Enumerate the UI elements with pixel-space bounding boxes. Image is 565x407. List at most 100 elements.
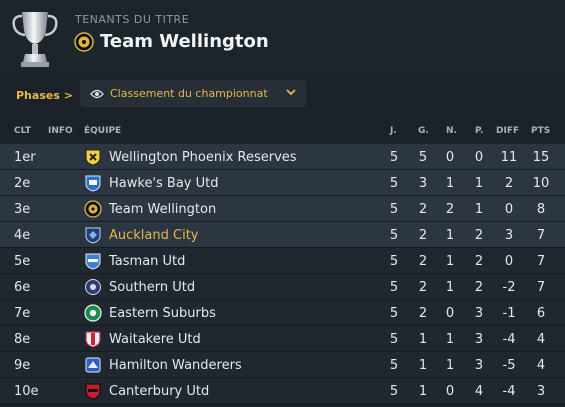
col-p[interactable]: P.	[475, 126, 483, 136]
row-won: 2	[418, 228, 428, 243]
view-dropdown-label: Classement du championnat	[110, 87, 268, 100]
row-drawn: 2	[445, 202, 455, 217]
row-drawn: 0	[445, 384, 455, 399]
title-holder-label: TENANTS DU TITRE	[75, 13, 190, 26]
row-diff: -5	[502, 358, 516, 373]
row-position: 1er	[14, 150, 36, 165]
row-points: 7	[536, 254, 546, 269]
table-row[interactable]: 1er Wellington Phoenix Reserves 5 5 0 0 …	[0, 144, 565, 170]
standings-table: 1er Wellington Phoenix Reserves 5 5 0 0 …	[0, 144, 565, 404]
eye-icon	[90, 89, 104, 98]
row-played: 5	[389, 280, 399, 295]
row-lost: 2	[474, 254, 484, 269]
row-played: 5	[389, 384, 399, 399]
row-won: 1	[418, 384, 428, 399]
row-position: 10e	[14, 384, 39, 399]
row-team[interactable]: Hawke's Bay Utd	[109, 176, 219, 191]
col-g[interactable]: G.	[418, 126, 429, 136]
col-n[interactable]: N.	[446, 126, 457, 136]
table-row[interactable]: 6e Southern Utd 5 2 1 2 -2 7	[0, 274, 565, 300]
row-points: 6	[536, 306, 546, 321]
row-position: 3e	[14, 202, 31, 217]
row-lost: 3	[474, 306, 484, 321]
row-played: 5	[389, 150, 399, 165]
chevron-down-icon	[286, 89, 296, 96]
col-j[interactable]: J.	[390, 126, 397, 136]
row-position: 5e	[14, 254, 31, 269]
table-row[interactable]: 10e Canterbury Utd 5 1 0 4 -4 3	[0, 378, 565, 404]
row-points: 7	[536, 228, 546, 243]
col-team[interactable]: ÉQUIPE	[84, 126, 121, 136]
table-row[interactable]: 5e Tasman Utd 5 2 1 2 0 7	[0, 248, 565, 274]
title-holder[interactable]: Team Wellington	[74, 31, 269, 52]
row-team[interactable]: Wellington Phoenix Reserves	[109, 150, 297, 165]
row-points: 8	[536, 202, 546, 217]
team-crest-icon	[84, 304, 102, 322]
row-points: 15	[532, 150, 550, 165]
table-row[interactable]: 8e Waitakere Utd 5 1 1 3 -4 4	[0, 326, 565, 352]
col-info[interactable]: INFO	[48, 126, 73, 136]
row-lost: 0	[474, 150, 484, 165]
row-diff: -4	[502, 384, 516, 399]
row-team[interactable]: Tasman Utd	[109, 254, 185, 269]
row-drawn: 1	[445, 228, 455, 243]
phases-button[interactable]: Phases >	[16, 89, 73, 102]
row-diff: -1	[502, 306, 516, 321]
row-lost: 2	[474, 228, 484, 243]
header-panel: TENANTS DU TITRE Team Wellington	[0, 0, 565, 76]
trophy-icon	[12, 12, 58, 67]
team-crest-icon	[85, 357, 101, 373]
row-played: 5	[389, 176, 399, 191]
row-team[interactable]: Auckland City	[109, 228, 199, 243]
row-team[interactable]: Canterbury Utd	[109, 384, 209, 399]
row-diff: 0	[504, 254, 514, 269]
row-diff: 3	[504, 228, 514, 243]
team-crest-icon	[85, 227, 101, 244]
row-lost: 3	[474, 332, 484, 347]
row-team[interactable]: Hamilton Wanderers	[109, 358, 242, 373]
row-played: 5	[389, 228, 399, 243]
row-won: 2	[418, 280, 428, 295]
table-row[interactable]: 7e Eastern Suburbs 5 2 0 3 -1 6	[0, 300, 565, 326]
row-drawn: 0	[445, 150, 455, 165]
col-diff[interactable]: DIFF	[496, 126, 519, 136]
row-team[interactable]: Team Wellington	[109, 202, 216, 217]
row-position: 9e	[14, 358, 31, 373]
view-dropdown[interactable]: Classement du championnat	[80, 80, 306, 107]
row-won: 1	[418, 332, 428, 347]
row-team[interactable]: Southern Utd	[109, 280, 195, 295]
table-row[interactable]: 4e Auckland City 5 2 1 2 3 7	[0, 222, 565, 248]
table-row[interactable]: 3e Team Wellington 5 2 2 1 0 8	[0, 196, 565, 222]
col-clt[interactable]: CLT	[14, 126, 31, 136]
row-played: 5	[389, 202, 399, 217]
row-diff: -4	[502, 332, 516, 347]
row-team[interactable]: Waitakere Utd	[109, 332, 201, 347]
row-drawn: 0	[445, 306, 455, 321]
chevron-right-icon: >	[63, 89, 73, 102]
row-lost: 3	[474, 358, 484, 373]
title-holder-name[interactable]: Team Wellington	[100, 31, 269, 52]
team-crest-icon	[85, 279, 101, 295]
row-diff: 11	[500, 150, 518, 165]
row-position: 2e	[14, 176, 31, 191]
row-won: 2	[418, 306, 428, 321]
row-won: 1	[418, 358, 428, 373]
row-points: 3	[536, 384, 546, 399]
table-row[interactable]: 9e Hamilton Wanderers 5 1 1 3 -5 4	[0, 352, 565, 378]
row-lost: 2	[474, 280, 484, 295]
row-won: 2	[418, 254, 428, 269]
row-played: 5	[389, 254, 399, 269]
col-pts[interactable]: PTS	[531, 126, 550, 136]
phases-label: Phases	[16, 89, 60, 102]
row-team[interactable]: Eastern Suburbs	[109, 306, 216, 321]
row-position: 8e	[14, 332, 31, 347]
row-lost: 1	[474, 202, 484, 217]
table-row[interactable]: 2e Hawke's Bay Utd 5 3 1 1 2 10	[0, 170, 565, 196]
row-drawn: 1	[445, 358, 455, 373]
team-crest-icon	[74, 31, 94, 52]
team-crest-icon	[84, 200, 102, 218]
row-drawn: 1	[445, 176, 455, 191]
team-crest-icon	[85, 383, 101, 400]
row-played: 5	[389, 332, 399, 347]
row-drawn: 1	[445, 332, 455, 347]
